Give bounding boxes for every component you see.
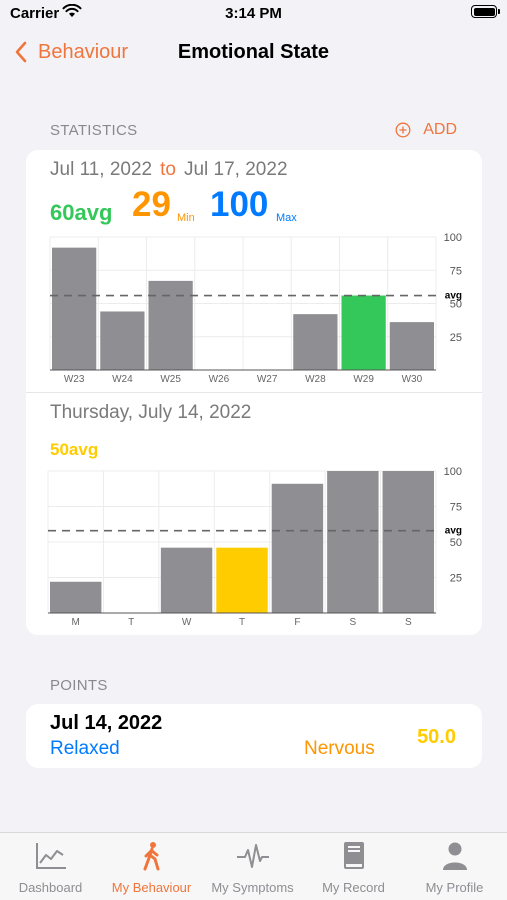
x-tick-label: W28 bbox=[305, 374, 326, 382]
x-tick-label: M bbox=[72, 617, 80, 628]
range-to: to bbox=[160, 159, 176, 180]
tab-bar: Dashboard My Behaviour My Symptoms My Re… bbox=[0, 832, 507, 900]
min-label: Min bbox=[177, 212, 195, 224]
bar[interactable] bbox=[52, 247, 97, 370]
bar[interactable] bbox=[100, 311, 145, 370]
range-start: Jul 11, 2022 bbox=[50, 159, 153, 180]
add-label: ADD bbox=[423, 121, 457, 138]
x-tick-label: W26 bbox=[209, 374, 230, 382]
x-tick-label: T bbox=[128, 617, 134, 628]
bar[interactable] bbox=[50, 581, 102, 613]
y-tick-label: 50 bbox=[450, 537, 462, 549]
tab-my-behaviour[interactable]: My Behaviour bbox=[101, 833, 202, 900]
pulse-icon bbox=[237, 844, 269, 868]
y-tick-label: 100 bbox=[444, 466, 462, 478]
x-tick-label: W30 bbox=[402, 374, 423, 382]
y-tick-label: 75 bbox=[450, 502, 462, 514]
min-value: 29 bbox=[132, 185, 171, 224]
battery-icon bbox=[471, 5, 500, 18]
x-tick-label: T bbox=[239, 617, 245, 628]
bar[interactable] bbox=[216, 547, 268, 613]
x-tick-label: F bbox=[294, 617, 300, 628]
date-range: Jul 11, 2022 to Jul 17, 2022 bbox=[50, 159, 288, 181]
x-tick-label: W25 bbox=[160, 374, 181, 382]
x-tick-label: W24 bbox=[112, 374, 133, 382]
plus-circle-icon bbox=[395, 122, 411, 138]
person-icon bbox=[443, 842, 467, 870]
range-end: Jul 17, 2022 bbox=[183, 159, 288, 180]
y-tick-label: 100 bbox=[444, 232, 462, 244]
tab-label: My Profile bbox=[425, 880, 484, 895]
tab-label: Dashboard bbox=[18, 880, 83, 895]
tab-label: My Symptoms bbox=[211, 880, 294, 895]
bar[interactable] bbox=[341, 295, 386, 370]
x-tick-label: W27 bbox=[257, 374, 278, 382]
x-tick-label: W29 bbox=[353, 374, 374, 382]
tab-label: My Record bbox=[322, 880, 385, 895]
status-bar: Carrier 3:14 PM bbox=[0, 0, 507, 30]
divider bbox=[26, 392, 482, 393]
bar[interactable] bbox=[382, 471, 434, 613]
bar[interactable] bbox=[160, 547, 213, 613]
y-tick-label: 25 bbox=[450, 573, 462, 585]
bar[interactable] bbox=[327, 471, 379, 613]
bar[interactable] bbox=[389, 322, 434, 370]
max-value: 100 bbox=[210, 185, 269, 224]
average-value: 60avg bbox=[50, 200, 113, 225]
bar[interactable] bbox=[271, 483, 324, 613]
point-value: 50.0 bbox=[417, 726, 456, 748]
bar[interactable] bbox=[293, 314, 338, 370]
x-tick-label: W23 bbox=[64, 374, 85, 382]
selected-day-title: Thursday, July 14, 2022 bbox=[50, 402, 252, 423]
average-line-label: avg bbox=[445, 526, 462, 537]
point-left-label: Relaxed bbox=[50, 738, 120, 759]
clock: 3:14 PM bbox=[225, 5, 282, 22]
page-title: Emotional State bbox=[177, 41, 330, 63]
nav-bar: Behaviour Emotional State bbox=[0, 30, 507, 74]
x-tick-label: W bbox=[182, 617, 192, 628]
point-right-label: Nervous bbox=[304, 738, 375, 759]
day-average-value: 50avg bbox=[50, 440, 99, 459]
x-tick-label: S bbox=[405, 617, 412, 628]
y-tick-label: 25 bbox=[450, 332, 462, 344]
statistics-header: STATISTICS bbox=[50, 122, 138, 139]
weekly-bar-chart[interactable]: 255075100W23 W24 W25 W26 W27 W28 W29 W30avg bbox=[26, 232, 482, 382]
tab-my-profile[interactable]: My Profile bbox=[404, 833, 505, 900]
walking-icon bbox=[143, 842, 160, 871]
max-label: Max bbox=[276, 212, 297, 224]
average-line-label: avg bbox=[445, 291, 462, 302]
book-icon bbox=[344, 842, 364, 869]
points-header: POINTS bbox=[50, 677, 108, 694]
chart-line-icon bbox=[36, 843, 66, 869]
x-tick-label: S bbox=[350, 617, 357, 628]
statistics-card: Jul 11, 2022 to Jul 17, 2022 60avg 29 Min … bbox=[26, 150, 482, 635]
tab-label: My Behaviour bbox=[111, 880, 192, 895]
tab-dashboard[interactable]: Dashboard bbox=[0, 833, 101, 900]
tab-my-record[interactable]: My Record bbox=[303, 833, 404, 900]
daily-bar-chart[interactable]: 25 50 75 100 M T W T F S Savg bbox=[26, 460, 482, 630]
point-entry[interactable]: Jul 14, 2022 Relaxed Nervous 50.0 bbox=[26, 704, 482, 768]
point-date: Jul 14, 2022 bbox=[50, 712, 163, 734]
y-tick-label: 75 bbox=[450, 265, 462, 277]
tab-my-symptoms[interactable]: My Symptoms bbox=[202, 833, 303, 900]
add-button[interactable]: ADD bbox=[395, 121, 457, 139]
bar[interactable] bbox=[148, 280, 193, 370]
